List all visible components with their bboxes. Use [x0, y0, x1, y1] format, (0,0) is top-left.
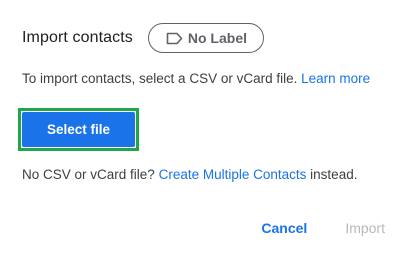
no-csv-suffix: instead.	[310, 167, 358, 182]
no-csv-prefix: No CSV or vCard file?	[22, 167, 155, 182]
import-description: To import contacts, select a CSV or vCar…	[22, 71, 370, 86]
label-chip-text: No Label	[187, 30, 247, 46]
learn-more-link[interactable]: Learn more	[301, 71, 370, 86]
description-text: To import contacts, select a CSV or vCar…	[22, 71, 298, 86]
label-chip-button[interactable]: No Label	[147, 23, 264, 53]
label-outline-icon	[166, 32, 183, 45]
dialog-title: Import contacts	[22, 29, 133, 46]
no-csv-text: No CSV or vCard file? Create Multiple Co…	[22, 167, 357, 182]
create-multiple-contacts-link[interactable]: Create Multiple Contacts	[159, 167, 307, 182]
cancel-button[interactable]: Cancel	[253, 214, 315, 242]
dialog-header: Import contacts No Label	[22, 22, 264, 54]
dialog-actions: Cancel Import	[253, 214, 393, 242]
import-button[interactable]: Import	[337, 214, 393, 242]
import-contacts-dialog: Import contacts No Label To import conta…	[0, 0, 413, 258]
select-file-button[interactable]: Select file	[22, 112, 135, 147]
